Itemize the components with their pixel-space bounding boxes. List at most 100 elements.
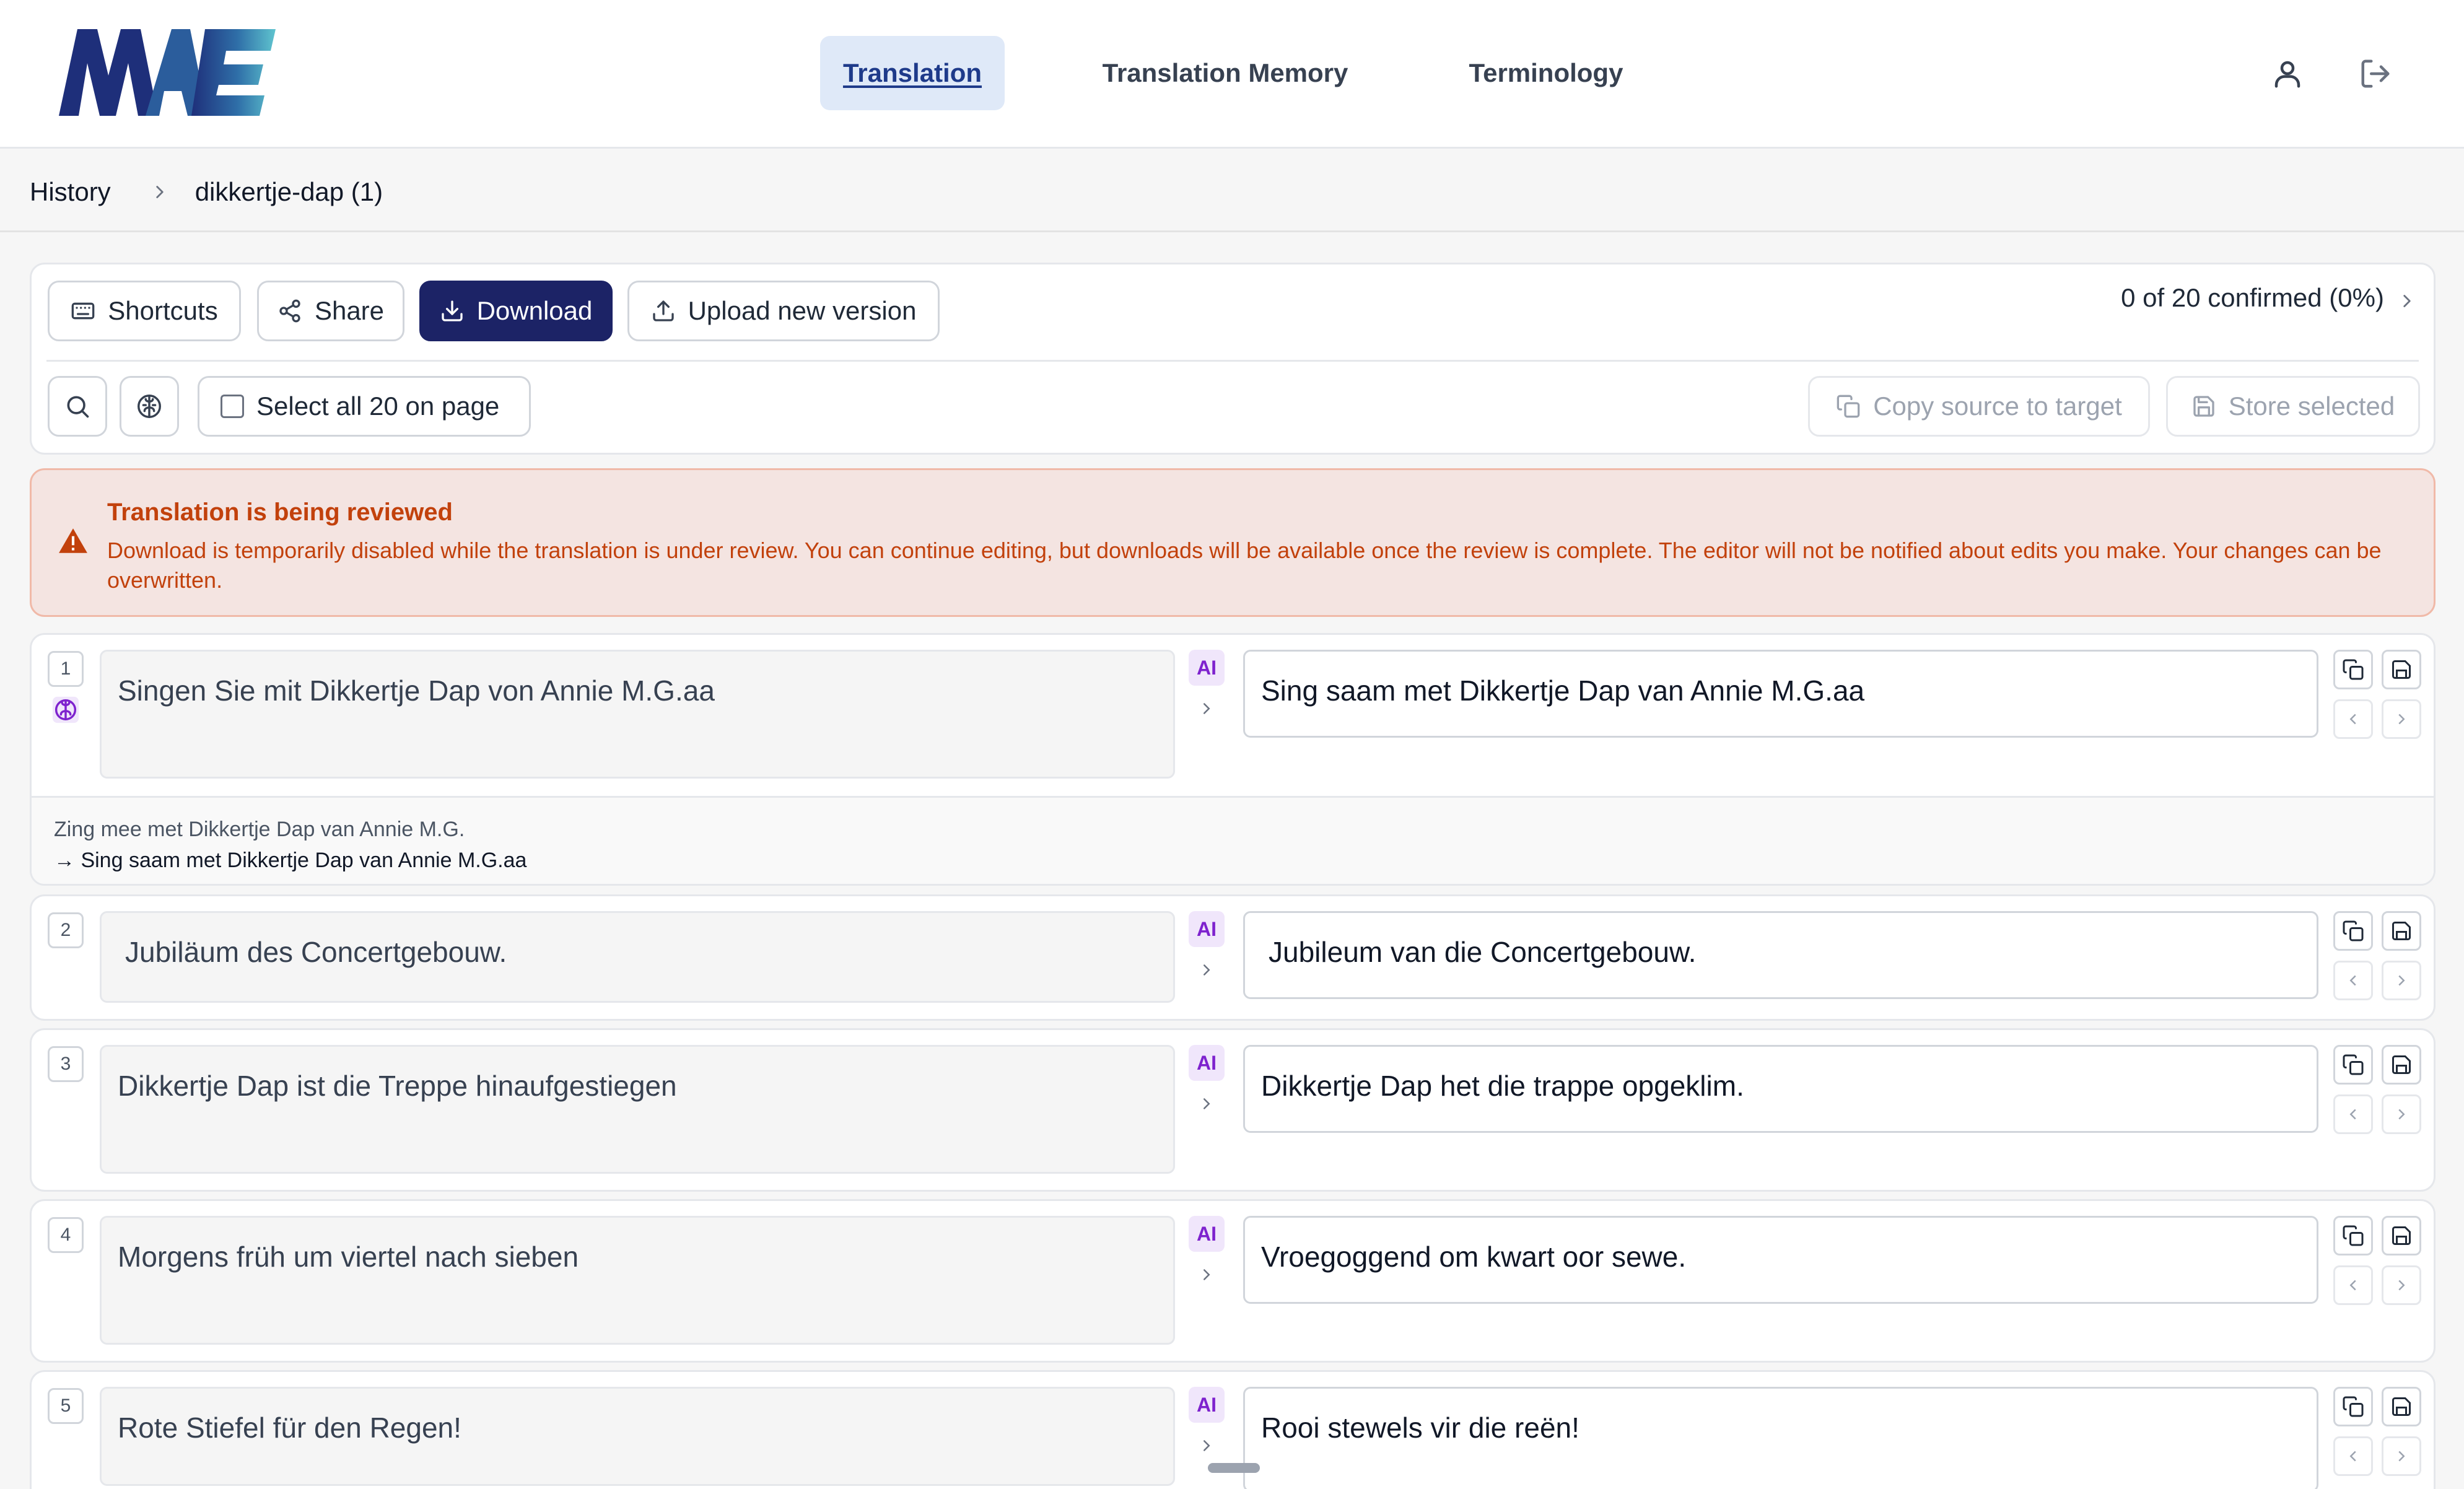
next-button[interactable] <box>2382 1436 2421 1476</box>
segment-number: 5 <box>48 1388 84 1424</box>
download-label: Download <box>476 296 593 325</box>
copy-source-to-target-button[interactable]: Copy source to target <box>1808 376 2150 437</box>
segment-number: 2 <box>48 912 84 948</box>
ai-badge: AI <box>1189 911 1225 947</box>
save-segment-button[interactable] <box>2382 1216 2421 1255</box>
select-all-checkbox[interactable]: Select all 20 on page <box>198 376 531 437</box>
upload-label: Upload new version <box>688 296 917 325</box>
brain-icon <box>138 395 161 418</box>
keyboard-icon <box>71 302 95 320</box>
tm-source: Zing mee met Dikkertje Dap van Annie M.G… <box>54 818 465 841</box>
upload-icon <box>652 300 674 321</box>
next-button[interactable] <box>2382 961 2421 1000</box>
segment-row: 2 Jubiläum des Concertgebouw. AI Jubileu… <box>30 894 2436 1021</box>
previous-button[interactable] <box>2333 1436 2373 1476</box>
target-input[interactable]: Jubileum van die Concertgebouw. <box>1243 911 2318 999</box>
target-input[interactable]: Sing saam met Dikkertje Dap van Annie M.… <box>1243 650 2318 738</box>
nav-tab-label: Translation Memory <box>1102 58 1348 87</box>
next-button[interactable] <box>2382 1094 2421 1134</box>
breadcrumb-history-link[interactable]: History <box>30 177 111 207</box>
copy-icon <box>2343 1396 2364 1417</box>
copy-icon <box>2343 659 2364 680</box>
next-button[interactable] <box>2382 699 2421 739</box>
segment-number: 4 <box>48 1217 84 1253</box>
save-segment-button[interactable] <box>2382 1387 2421 1426</box>
save-icon <box>2392 1055 2411 1074</box>
copy-icon <box>2343 1054 2364 1075</box>
app-header: Translation Translation Memory Terminolo… <box>0 0 2464 149</box>
copy-source-button[interactable] <box>2333 1387 2373 1426</box>
chevron-right-icon[interactable] <box>1197 1094 1216 1113</box>
ai-badge: AI <box>1189 650 1225 686</box>
download-button[interactable]: Download <box>419 281 613 341</box>
breadcrumb: History dikkertje-dap (1) <box>30 173 383 211</box>
download-icon <box>441 300 463 321</box>
source-text: Morgens früh um viertel nach sieben <box>100 1216 1175 1345</box>
chevron-right-icon[interactable] <box>1197 699 1216 718</box>
store-selected-button[interactable]: Store selected <box>2166 376 2420 437</box>
target-input[interactable]: Dikkertje Dap het die trappe opgeklim. <box>1243 1045 2318 1133</box>
nav-tab-translation[interactable]: Translation <box>820 36 1005 110</box>
previous-button[interactable] <box>2333 961 2373 1000</box>
save-icon <box>2392 1397 2411 1416</box>
ai-suggest-button[interactable] <box>120 376 179 437</box>
upload-new-version-button[interactable]: Upload new version <box>627 281 940 341</box>
target-input[interactable]: Rooi stewels vir die reën! <box>1243 1387 2318 1489</box>
copy-source-button[interactable] <box>2333 911 2373 951</box>
chevron-left-icon <box>2349 714 2356 725</box>
tm-match[interactable]: Zing mee met Dikkertje Dap van Annie M.G… <box>32 796 2434 884</box>
select-all-label: Select all 20 on page <box>256 391 500 421</box>
user-icon[interactable] <box>2265 51 2310 97</box>
logout-icon[interactable] <box>2353 51 2398 97</box>
chevron-right-icon[interactable] <box>1197 1436 1216 1455</box>
save-icon <box>2392 1226 2411 1245</box>
save-segment-button[interactable] <box>2382 911 2421 951</box>
segment-number: 1 <box>48 651 84 687</box>
editor-toolbar: Shortcuts Share Download Upload new vers… <box>30 263 2436 455</box>
alert-message: Download is temporarily disabled while t… <box>107 538 2382 593</box>
nav-tab-translation-memory[interactable]: Translation Memory <box>1078 36 1373 110</box>
share-icon <box>279 299 300 323</box>
previous-button[interactable] <box>2333 699 2373 739</box>
share-button[interactable]: Share <box>257 281 404 341</box>
copy-source-label: Copy source to target <box>1873 391 2122 421</box>
segment-row: 1 Singen Sie mit Dikkertje Dap von Annie… <box>30 633 2436 886</box>
previous-button[interactable] <box>2333 1265 2373 1305</box>
source-text: Dikkertje Dap ist die Treppe hinaufgesti… <box>100 1045 1175 1174</box>
app-logo[interactable] <box>59 26 276 119</box>
warning-icon <box>59 528 87 553</box>
horizontal-scrollbar[interactable] <box>1208 1463 1260 1473</box>
confirmed-progress[interactable]: 0 of 20 confirmed (0%) <box>2121 283 2384 313</box>
source-text: Jubiläum des Concertgebouw. <box>100 911 1175 1003</box>
copy-source-button[interactable] <box>2333 1216 2373 1255</box>
save-icon <box>2392 660 2411 679</box>
copy-source-button[interactable] <box>2333 1045 2373 1085</box>
segment-row: 4 Morgens früh um viertel nach sieben AI… <box>30 1199 2436 1363</box>
search-button[interactable] <box>48 376 107 437</box>
target-input[interactable]: Vroegoggend om kwart oor sewe. <box>1243 1216 2318 1304</box>
previous-button[interactable] <box>2333 1094 2373 1134</box>
chevron-right-icon <box>156 186 164 198</box>
copy-icon <box>2343 1225 2364 1246</box>
checkbox-box[interactable] <box>221 395 244 418</box>
copy-icon <box>2343 920 2364 941</box>
source-text: Rote Stiefel für den Regen! <box>100 1387 1175 1486</box>
chevron-right-icon[interactable] <box>1197 961 1216 979</box>
chevron-left-icon <box>2349 975 2356 986</box>
alert-title: Translation is being reviewed <box>107 499 453 526</box>
shortcuts-button[interactable]: Shortcuts <box>48 281 241 341</box>
divider <box>0 230 2464 232</box>
chevron-right-icon[interactable] <box>2396 290 2418 312</box>
next-button[interactable] <box>2382 1265 2421 1305</box>
save-segment-button[interactable] <box>2382 650 2421 689</box>
copy-source-button[interactable] <box>2333 650 2373 689</box>
save-segment-button[interactable] <box>2382 1045 2421 1085</box>
ai-badge: AI <box>1189 1216 1225 1252</box>
nav-tab-terminology[interactable]: Terminology <box>1446 36 1646 110</box>
toolbar-divider <box>46 360 2419 362</box>
chevron-right-icon <box>2398 714 2405 725</box>
save-icon <box>2193 396 2214 417</box>
store-selected-label: Store selected <box>2228 391 2395 421</box>
chevron-right-icon[interactable] <box>1197 1265 1216 1284</box>
segment-row: 3 Dikkertje Dap ist die Treppe hinaufges… <box>30 1028 2436 1192</box>
